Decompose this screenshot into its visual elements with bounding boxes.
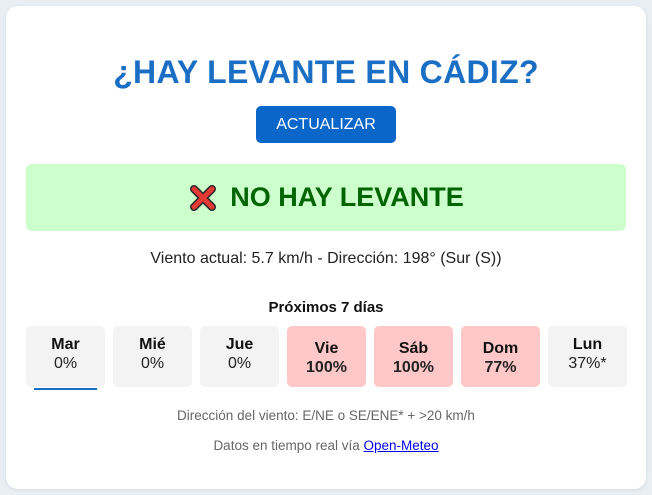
day-probability: 77% xyxy=(484,359,517,376)
main-card: ¿HAY LEVANTE EN CÁDIZ? ACTUALIZAR NO HAY… xyxy=(6,6,646,489)
forecast-day-card[interactable]: Sáb 100% xyxy=(374,326,453,387)
forecast-day-card[interactable]: Lun 37%* xyxy=(548,326,627,387)
day-probability: 0% xyxy=(227,355,252,372)
day-probability: 0% xyxy=(53,355,78,372)
wind-criteria-note: Dirección del viento: E/NE o SE/ENE* + >… xyxy=(177,408,475,423)
day-probability: 100% xyxy=(306,359,347,376)
cross-mark-icon xyxy=(188,183,218,213)
day-name: Mar xyxy=(51,336,80,353)
open-meteo-link[interactable]: Open-Meteo xyxy=(364,438,439,453)
forecast-day-card[interactable]: Vie 100% xyxy=(287,326,366,387)
forecast-day-card[interactable]: Dom 77% xyxy=(461,326,540,387)
day-name: Jue xyxy=(225,336,254,353)
levante-status-banner: NO HAY LEVANTE xyxy=(26,164,626,231)
day-name: Lun xyxy=(572,336,603,353)
day-probability: 100% xyxy=(393,359,434,376)
day-name: Mié xyxy=(139,336,166,353)
selected-day-indicator xyxy=(34,388,97,390)
data-source-line: Datos en tiempo real vía Open-Meteo xyxy=(6,438,646,453)
day-probability: 37%* xyxy=(568,355,607,372)
page-title: ¿HAY LEVANTE EN CÁDIZ? xyxy=(113,54,539,90)
forecast-day-card[interactable]: Jue 0% xyxy=(200,326,279,387)
forecast-days: Mar 0% Mié 0% Jue 0% Vie 100% Sáb 100% Dom 77% Lun 37… xyxy=(26,326,627,390)
source-prefix: Datos en tiempo real vía xyxy=(213,438,364,453)
status-text: NO HAY LEVANTE xyxy=(230,182,464,212)
refresh-button[interactable]: ACTUALIZAR xyxy=(256,106,396,143)
day-name: Vie xyxy=(314,340,339,357)
forecast-day-card[interactable]: Mié 0% xyxy=(113,326,192,387)
day-probability: 0% xyxy=(140,355,165,372)
day-name: Dom xyxy=(482,340,519,357)
current-wind-readout: Viento actual: 5.7 km/h - Dirección: 198… xyxy=(150,250,502,267)
forecast-day-card[interactable]: Mar 0% xyxy=(26,326,105,390)
day-name: Sáb xyxy=(398,340,429,357)
forecast-title: Próximos 7 días xyxy=(268,299,384,316)
